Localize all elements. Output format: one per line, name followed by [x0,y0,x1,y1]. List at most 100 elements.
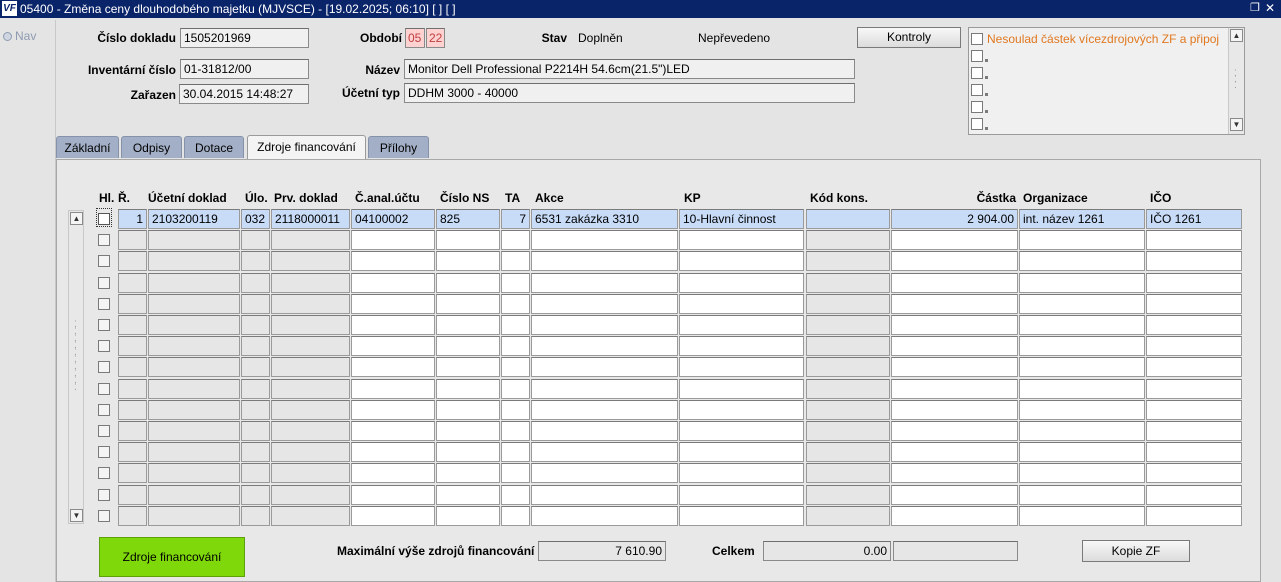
cell-castka[interactable] [891,294,1018,314]
kopie-zf-button[interactable]: Kopie ZF [1082,540,1190,562]
warnings-scrollbar[interactable]: ▲ ⁚ ⁚ ⁚ ▼ [1228,28,1244,134]
cell-prv-doklad[interactable] [271,400,350,420]
cell-ulo[interactable] [241,463,270,483]
cell-ta[interactable] [501,315,530,335]
cell-ucetni-doklad[interactable] [148,506,240,526]
cell-ucetni-doklad[interactable]: 2103200119 [148,209,240,229]
cell-ico[interactable] [1146,485,1242,505]
cell-anal-uctu[interactable] [351,485,435,505]
close-window-icon[interactable]: ✕ [1265,2,1277,14]
cell-castka[interactable] [891,400,1018,420]
cell-akce[interactable] [531,379,678,399]
cell-castka[interactable] [891,379,1018,399]
warning-item[interactable] [971,47,988,64]
cell-prv-doklad[interactable] [271,230,350,250]
cell-ucetni-doklad[interactable] [148,315,240,335]
cell-ta[interactable] [501,251,530,271]
restore-window-icon[interactable]: ❐ [1250,2,1262,14]
cell-kp[interactable] [679,336,804,356]
cell-ucetni-doklad[interactable] [148,485,240,505]
cell-ulo[interactable] [241,421,270,441]
cell-ta[interactable] [501,506,530,526]
row-hl-checkbox[interactable] [98,425,110,437]
cell-ico[interactable] [1146,379,1242,399]
cell-prv-doklad[interactable] [271,251,350,271]
cell-radek[interactable] [118,315,147,335]
cell-ucetni-doklad[interactable] [148,400,240,420]
cell-anal-uctu[interactable] [351,273,435,293]
scroll-down-icon[interactable]: ▼ [70,509,83,522]
cell-ta[interactable] [501,421,530,441]
cell-castka[interactable] [891,251,1018,271]
cell-ulo[interactable] [241,400,270,420]
cell-organizace[interactable] [1019,485,1145,505]
cell-organizace[interactable] [1019,400,1145,420]
cell-kod-kons[interactable] [806,400,890,420]
cell-ucetni-doklad[interactable] [148,442,240,462]
cell-castka[interactable] [891,336,1018,356]
warning-checkbox[interactable] [971,66,983,79]
zdroje-financovani-button[interactable]: Zdroje financování [99,537,245,577]
cell-cislo-ns[interactable] [436,336,500,356]
warning-item[interactable]: Nesoulad částek vícezdrojových ZF a přip… [971,30,1219,47]
cell-ulo[interactable] [241,357,270,377]
row-hl-checkbox[interactable] [98,340,110,352]
cell-prv-doklad[interactable] [271,485,350,505]
cell-kod-kons[interactable] [806,442,890,462]
cell-anal-uctu[interactable] [351,421,435,441]
cell-ico[interactable] [1146,442,1242,462]
row-hl-checkbox[interactable] [98,319,110,331]
cell-anal-uctu[interactable] [351,294,435,314]
cell-cislo-ns[interactable] [436,251,500,271]
cell-radek[interactable] [118,273,147,293]
cell-radek[interactable] [118,230,147,250]
cell-ta[interactable] [501,294,530,314]
row-hl-checkbox[interactable] [98,213,110,225]
cell-ico[interactable] [1146,315,1242,335]
cell-radek[interactable] [118,336,147,356]
cell-ta[interactable] [501,400,530,420]
row-hl-checkbox[interactable] [98,404,110,416]
tab-odpisy[interactable]: Odpisy [121,136,182,158]
cell-ico[interactable] [1146,463,1242,483]
cell-akce[interactable] [531,336,678,356]
row-hl-checkbox[interactable] [98,255,110,267]
cell-ucetni-doklad[interactable] [148,273,240,293]
cell-organizace[interactable] [1019,506,1145,526]
cell-kp[interactable] [679,273,804,293]
cell-castka[interactable] [891,485,1018,505]
warning-item[interactable] [971,81,988,98]
cell-anal-uctu[interactable] [351,336,435,356]
cell-kp[interactable] [679,463,804,483]
cell-ucetni-doklad[interactable] [148,230,240,250]
ucetni-typ-field[interactable]: DDHM 3000 - 40000 [404,83,855,103]
cell-castka[interactable] [891,442,1018,462]
cell-ta[interactable] [501,485,530,505]
nazev-field[interactable]: Monitor Dell Professional P2214H 54.6cm(… [404,59,855,79]
warning-checkbox[interactable] [971,49,983,62]
tab-dotace[interactable]: Dotace [184,136,244,158]
cell-kod-kons[interactable] [806,463,890,483]
cell-anal-uctu[interactable] [351,315,435,335]
cell-ulo[interactable] [241,273,270,293]
cell-organizace[interactable] [1019,442,1145,462]
cell-kod-kons[interactable] [806,273,890,293]
cell-ulo[interactable] [241,485,270,505]
cell-kp[interactable] [679,421,804,441]
cell-ta[interactable] [501,463,530,483]
warning-item[interactable] [971,98,988,115]
cell-ulo[interactable] [241,251,270,271]
cell-ucetni-doklad[interactable] [148,357,240,377]
cell-kp[interactable]: 10-Hlavní činnost [679,209,804,229]
cell-akce[interactable] [531,506,678,526]
cell-anal-uctu[interactable] [351,442,435,462]
cell-castka[interactable] [891,357,1018,377]
cell-akce[interactable] [531,357,678,377]
cell-ta[interactable] [501,336,530,356]
warning-checkbox[interactable] [971,100,983,113]
cell-ta[interactable]: 7 [501,209,530,229]
cell-organizace[interactable] [1019,251,1145,271]
cell-anal-uctu[interactable]: 04100002 [351,209,435,229]
cell-ucetni-doklad[interactable] [148,463,240,483]
kontroly-button[interactable]: Kontroly [857,27,961,48]
